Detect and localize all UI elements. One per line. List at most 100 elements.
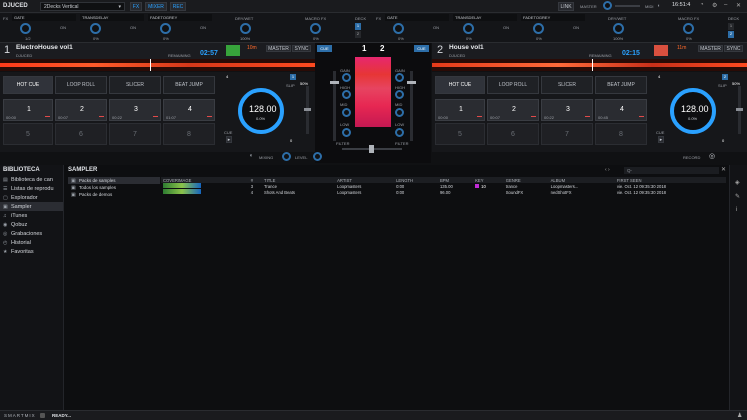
fx-knob-3-right[interactable] [533, 23, 544, 34]
info-icon[interactable]: i [736, 207, 737, 213]
macrofx-knob-left[interactable] [310, 23, 321, 34]
fx-slot-1-left[interactable]: GATE [12, 14, 76, 21]
deck-1-hotcue-pad-4[interactable]: 4 01:07 [163, 99, 215, 121]
sidebar-item-explorador[interactable]: ▢ Explorador [0, 193, 63, 202]
fx-deck-1-toggle-right[interactable]: 1 [728, 23, 734, 30]
folder-demo-packs[interactable]: ▣ Packs de demos [68, 191, 160, 198]
deck-1-loop-size[interactable]: 4 [226, 74, 228, 79]
deck-2-hotcue-pad-8[interactable]: 8 [595, 123, 647, 145]
deck-1-jog-wheel[interactable]: 128.00 0.0% [238, 88, 284, 134]
fx-knob-2-left[interactable] [90, 23, 101, 34]
fx-on-left-1[interactable]: ON [60, 25, 66, 30]
user-icon[interactable]: ◔ [700, 2, 704, 8]
fx-slot-1-right[interactable]: GATE [385, 14, 449, 21]
deck-2-master-button[interactable]: MASTER [698, 45, 723, 52]
sidebar-item-grabaciones[interactable]: ◎ Grabaciones [0, 229, 63, 238]
deck-2-hotcue-pad-3[interactable]: 3 00:22 [541, 99, 593, 121]
deck-1-hotcue-pad-7[interactable]: 7 [109, 123, 161, 145]
deck-1-hotcue-pad-3[interactable]: 3 00:22 [109, 99, 161, 121]
sidebar-item-itunes[interactable]: ♫ iTunes [0, 211, 63, 220]
folder-all-samples[interactable]: ▣ Todos los samples [68, 184, 160, 191]
smartmix-label[interactable]: SMARTMIX [4, 413, 36, 418]
low-knob-left[interactable] [342, 128, 351, 137]
tab-rec[interactable]: REC [170, 2, 186, 11]
mixer-cue-left[interactable]: CUE [317, 45, 332, 52]
fx-on-right-3[interactable]: ON [573, 25, 579, 30]
deck-1-pitch-fader[interactable] [304, 86, 311, 134]
folder-packs-samples[interactable]: ▣ Packs de samples [68, 177, 160, 184]
tab-mixer[interactable]: MIXER [145, 2, 167, 11]
mixing-knob[interactable] [282, 152, 291, 161]
fx-slot-3-right[interactable]: FADETOGREY [521, 14, 585, 21]
sidebar-item-historial[interactable]: ◴ Historial [0, 238, 63, 247]
fx-knob-1-right[interactable] [393, 23, 404, 34]
macrofx-knob-right[interactable] [683, 23, 694, 34]
deck-1-master-button[interactable]: MASTER [266, 45, 291, 52]
fx-on-right-1[interactable]: ON [433, 25, 439, 30]
deck-2-cue-button[interactable]: ▸ [658, 136, 664, 143]
deck-1-waveform[interactable] [0, 59, 315, 71]
smartmix-toggle[interactable] [40, 413, 45, 418]
fx-on-left-3[interactable]: ON [200, 25, 206, 30]
mid-knob-right[interactable] [395, 108, 404, 117]
deck-2-hotcue-pad-6[interactable]: 6 [487, 123, 539, 145]
deck-1-mode-hotcue[interactable]: HOT CUE [3, 76, 53, 94]
sidebar-item-sampler[interactable]: ▣ Sampler [0, 202, 63, 211]
high-knob-right[interactable] [395, 90, 404, 99]
fx-deck-2-toggle[interactable]: 2 [355, 31, 361, 38]
deck-1-hotcue-pad-1[interactable]: 1 00:00 [3, 99, 53, 121]
drywet-knob-right[interactable] [613, 23, 624, 34]
mixer-cue-right[interactable]: CUE [414, 45, 429, 52]
fx-deck-2-toggle-right[interactable]: 2 [728, 31, 734, 38]
deck-2-mode-hotcue[interactable]: HOT CUE [435, 76, 485, 94]
deck-1-mode-slicer[interactable]: SLICER [109, 76, 161, 94]
channel-1-volume-fader[interactable] [330, 71, 339, 141]
user-profile-icon[interactable]: ♟ [737, 412, 742, 419]
fx-knob-2-right[interactable] [463, 23, 474, 34]
fx-on-left-2[interactable]: ON [130, 25, 136, 30]
deck-2-slip-label[interactable]: SLIP [718, 83, 727, 88]
deck-1-mode-looproll[interactable]: LOOP ROLL [55, 76, 107, 94]
fx-knob-3-left[interactable] [160, 23, 171, 34]
sampler-search-input[interactable]: Q- [624, 167, 719, 174]
sampler-nav[interactable]: ‹ › [605, 167, 619, 174]
gain-knob-left[interactable] [342, 73, 351, 82]
headphones-icon[interactable]: ◖ [657, 3, 660, 9]
deck-2-mode-beatjump[interactable]: BEAT JUMP [595, 76, 647, 94]
close-icon[interactable]: ✕ [736, 2, 741, 9]
gain-knob-right[interactable] [395, 73, 404, 82]
drywet-knob-left[interactable] [240, 23, 251, 34]
deck-1-hotcue-pad-6[interactable]: 6 [55, 123, 107, 145]
channel-2-volume-fader[interactable] [407, 71, 416, 141]
deck-1-sync-button[interactable]: SYNC [292, 45, 311, 52]
deck-2-sync-button[interactable]: SYNC [724, 45, 743, 52]
fx-deck-1-toggle[interactable]: 1 [355, 23, 361, 30]
tab-fx[interactable]: FX [130, 2, 142, 11]
deck-1-mode-beatjump[interactable]: BEAT JUMP [163, 76, 215, 94]
gear-icon[interactable]: ⚙ [712, 2, 717, 9]
deck-1-cue-button[interactable]: ▸ [226, 136, 232, 143]
deck-1-slip-label[interactable]: SLIP [286, 83, 295, 88]
record-icon[interactable]: ◎ [709, 152, 715, 160]
deck-2-hotcue-pad-2[interactable]: 2 00:07 [487, 99, 539, 121]
sidebar-item-listas[interactable]: ☰ Listas de reprodu [0, 184, 63, 193]
deck-2-loop-size[interactable]: 4 [658, 74, 660, 79]
deck-2-jog-wheel[interactable]: 128.00 0.0% [670, 88, 716, 134]
fx-on-right-2[interactable]: ON [503, 25, 509, 30]
deck-2-hotcue-pad-5[interactable]: 5 [435, 123, 485, 145]
mid-knob-left[interactable] [342, 108, 351, 117]
edit-icon[interactable]: ✎ [735, 193, 740, 200]
link-button[interactable]: LINK [558, 2, 574, 11]
deck-2-pitch-fader[interactable] [736, 86, 743, 134]
deck-1-hotcue-pad-2[interactable]: 2 00:07 [55, 99, 107, 121]
high-knob-left[interactable] [342, 90, 351, 99]
low-knob-right[interactable] [395, 128, 404, 137]
fx-slot-2-left[interactable]: TRANSDELAY [80, 14, 144, 21]
deck-2-mode-slicer[interactable]: SLICER [541, 76, 593, 94]
deck-2-mode-looproll[interactable]: LOOP ROLL [487, 76, 539, 94]
layout-select[interactable]: 2Decks Vertical ▾ [40, 2, 125, 11]
deck-1-hotcue-pad-5[interactable]: 5 [3, 123, 53, 145]
minimize-icon[interactable]: – [724, 2, 727, 8]
sidebar-item-favoritas[interactable]: ★ Favoritas [0, 247, 63, 256]
level-knob[interactable] [313, 152, 322, 161]
